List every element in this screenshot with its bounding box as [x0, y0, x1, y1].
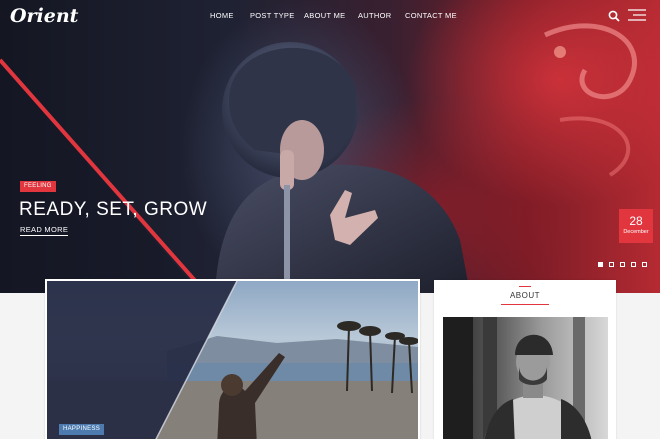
portrait-image: [443, 317, 592, 439]
sidebar-about-widget: ABOUT: [434, 280, 616, 439]
post-image[interactable]: HAPPINESS: [47, 281, 418, 439]
slider-dot-5[interactable]: [642, 262, 647, 267]
nav-author[interactable]: AUTHOR: [358, 11, 391, 20]
nav-post-type[interactable]: POST TYPE: [250, 11, 295, 20]
post-category-tag[interactable]: HAPPINESS: [59, 424, 105, 435]
date-day: 28: [629, 214, 643, 228]
hero-category-tag[interactable]: FEELING: [20, 181, 56, 192]
about-underline: [501, 304, 549, 305]
nav-contact-me[interactable]: CONTACT ME: [405, 11, 457, 20]
hero-slider: [0, 0, 660, 293]
hero-overlay: [0, 58, 208, 293]
slider-dot-1[interactable]: [598, 262, 603, 267]
hero-title[interactable]: READY, SET, GROW: [19, 199, 207, 221]
about-photo: [443, 317, 608, 439]
post-card[interactable]: HAPPINESS: [45, 279, 420, 439]
about-accent-line: [519, 286, 531, 287]
slider-dot-4[interactable]: [631, 262, 636, 267]
nav-about-me[interactable]: ABOUT ME: [304, 11, 345, 20]
menu-icon[interactable]: [628, 9, 646, 21]
beach-scene: [47, 281, 418, 439]
nav-home[interactable]: HOME: [210, 11, 234, 20]
date-badge: 28 December: [619, 209, 653, 243]
slider-dot-3[interactable]: [620, 262, 625, 267]
search-icon[interactable]: [608, 10, 620, 22]
read-more-link[interactable]: READ MORE: [20, 225, 69, 236]
main-nav: HOME POST TYPE ABOUT ME AUTHOR CONTACT M…: [0, 11, 660, 23]
about-title: ABOUT: [509, 291, 541, 300]
date-month: December: [623, 229, 649, 235]
slider-dot-2[interactable]: [609, 262, 614, 267]
